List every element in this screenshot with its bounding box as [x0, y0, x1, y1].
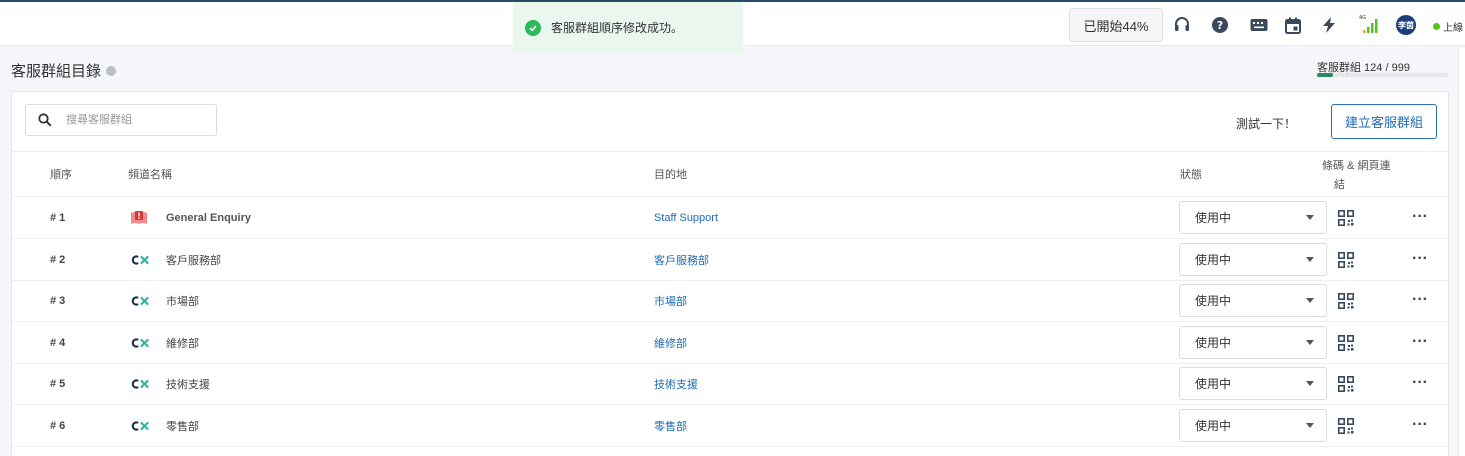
cx-logo-icon [130, 363, 150, 405]
more-options-icon[interactable]: ··· [1412, 209, 1428, 225]
more-options-icon[interactable]: ··· [1412, 292, 1428, 308]
header-destination: 目的地 [654, 169, 687, 181]
online-status[interactable]: 上線 [1433, 19, 1463, 34]
channel-name: 維修部 [166, 337, 199, 350]
status-select[interactable]: 使用中 [1179, 325, 1327, 359]
search-icon [38, 113, 52, 127]
qr-code-icon[interactable] [1338, 210, 1355, 227]
chevron-down-icon [1306, 381, 1314, 387]
channel-name: 客戶服務部 [166, 254, 221, 267]
status-value: 使用中 [1195, 211, 1232, 225]
destination-link[interactable]: 技術支援 [654, 363, 698, 405]
help-icon[interactable]: ? [1210, 15, 1230, 35]
row-order: # 1 [50, 212, 66, 224]
row-order: # 2 [50, 253, 66, 266]
page-title: 客服群組目錄 [11, 60, 117, 81]
quota-progress-fill [1317, 73, 1334, 77]
toast-message: 客服群組順序修改成功。 [551, 21, 684, 35]
online-status-label: 上線 [1443, 23, 1463, 34]
scrollbar[interactable] [1458, 48, 1465, 456]
table-header: 順序 頻道名稱 目的地 狀態 條碼 & 網頁連 結 [12, 151, 1448, 197]
destination-link[interactable]: 零售部 [654, 405, 687, 447]
signal-label: 4G [1359, 15, 1366, 21]
channel-name: 零售部 [166, 421, 199, 433]
row-order: # 4 [50, 336, 66, 349]
alert-book-icon [130, 197, 150, 239]
more-options-icon[interactable]: ··· [1412, 375, 1428, 391]
qr-code-icon[interactable] [1338, 293, 1355, 310]
table-row[interactable]: # 3 市場部 市場部 使用中 ··· [12, 280, 1448, 323]
row-order: # 6 [50, 420, 66, 432]
channel-name: General Enquiry [166, 212, 251, 224]
headset-icon[interactable] [1172, 15, 1192, 35]
qr-code-icon[interactable] [1338, 376, 1355, 393]
avatar[interactable]: 李茵 [1396, 15, 1416, 35]
header-barcode-line2: 結 [1334, 179, 1345, 191]
online-dot-icon [1433, 23, 1440, 30]
quota-progress-bar [1317, 73, 1448, 77]
status-select[interactable]: 使用中 [1179, 409, 1327, 442]
header-order[interactable]: 順序 [50, 166, 72, 182]
channel-name: 市場部 [166, 296, 199, 309]
test-link[interactable]: 測試一下！ [1236, 115, 1296, 132]
status-select[interactable]: 使用中 [1179, 242, 1327, 276]
status-value: 使用中 [1195, 419, 1232, 433]
page-title-text: 客服群組目錄 [11, 63, 102, 80]
status-value: 使用中 [1195, 335, 1232, 350]
channel-name: 技術支援 [166, 379, 210, 392]
check-circle-icon [525, 19, 541, 36]
chevron-down-icon [1306, 256, 1314, 262]
more-options-icon[interactable]: ··· [1412, 250, 1428, 266]
row-order: # 5 [50, 378, 66, 391]
status-value: 使用中 [1195, 252, 1232, 267]
header-status: 狀態 [1180, 169, 1202, 181]
table-row[interactable]: # 2 客戶服務部 客戶服務部 使用中 ··· [12, 239, 1448, 281]
create-group-button[interactable]: 建立客服群組 [1331, 104, 1437, 139]
status-select[interactable]: 使用中 [1179, 201, 1327, 234]
success-toast: 客服群組順序修改成功。 [513, 2, 743, 53]
destination-link[interactable]: 客戶服務部 [654, 239, 709, 281]
chevron-down-icon [1306, 215, 1314, 220]
signal-strength-icon: 4G [1356, 12, 1380, 36]
row-order: # 3 [50, 295, 66, 308]
svg-text:?: ? [1217, 19, 1223, 32]
table-row[interactable]: # 1 General Enquiry Staff Support 使用中 ··… [12, 197, 1448, 239]
table-row[interactable]: # 6 零售部 零售部 使用中 ··· [12, 405, 1448, 447]
status-value: 使用中 [1195, 377, 1232, 392]
info-icon[interactable] [106, 65, 117, 76]
started-progress-button[interactable]: 已開始44% [1069, 8, 1163, 42]
calendar-icon[interactable] [1283, 15, 1303, 35]
keyboard-icon[interactable] [1249, 15, 1269, 35]
destination-link[interactable]: Staff Support [654, 197, 718, 239]
chevron-down-icon [1306, 339, 1314, 345]
search-input[interactable] [66, 114, 196, 126]
destination-link[interactable]: 維修部 [654, 322, 687, 364]
destination-link[interactable]: 市場部 [654, 280, 687, 322]
status-value: 使用中 [1195, 294, 1232, 309]
qr-code-icon[interactable] [1338, 334, 1355, 351]
cx-logo-icon [130, 322, 150, 364]
header-barcode-line1: 條碼 & 網頁連 [1322, 160, 1391, 172]
cx-logo-icon [130, 239, 150, 281]
cx-logo-icon [130, 280, 150, 322]
qr-code-icon[interactable] [1338, 418, 1355, 435]
table-row[interactable]: # 4 維修部 維修部 使用中 ··· [12, 322, 1448, 364]
chevron-down-icon [1306, 298, 1314, 304]
more-options-icon[interactable]: ··· [1412, 417, 1428, 433]
header-channel-name: 頻道名稱 [128, 169, 172, 181]
status-select[interactable]: 使用中 [1179, 284, 1327, 318]
lightning-icon[interactable] [1319, 15, 1339, 35]
table-row[interactable]: # 5 技術支援 技術支援 使用中 ··· [12, 363, 1448, 406]
search-box[interactable] [25, 104, 217, 136]
chevron-down-icon [1306, 423, 1314, 428]
qr-code-icon[interactable] [1338, 251, 1355, 268]
cx-logo-icon [130, 405, 150, 447]
status-select[interactable]: 使用中 [1179, 367, 1327, 401]
more-options-icon[interactable]: ··· [1412, 333, 1428, 349]
group-list-panel: 測試一下！ 建立客服群組 順序 頻道名稱 目的地 狀態 條碼 & 網頁連 結 #… [11, 91, 1449, 456]
